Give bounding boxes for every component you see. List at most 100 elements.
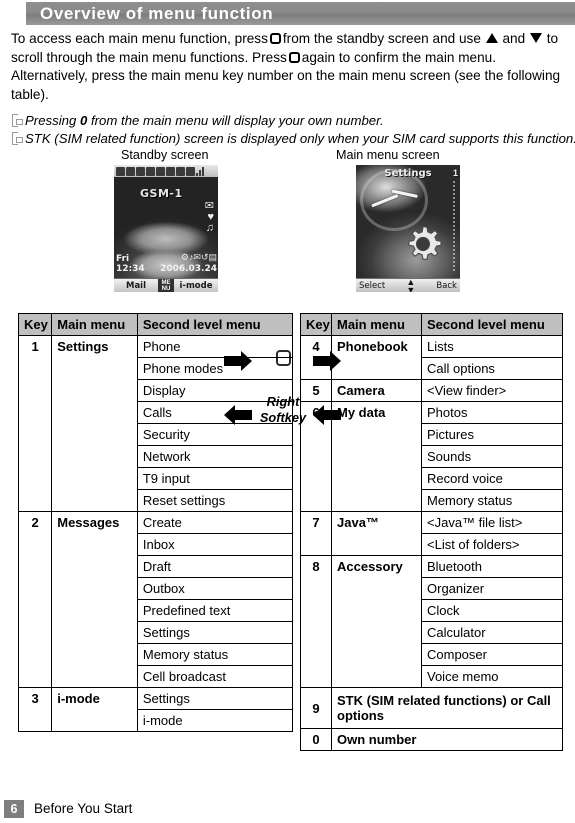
softkey-imode: i-mode — [179, 280, 213, 291]
table-body-right: 4 Phonebook Lists Call options 5 Camera <View … — [300, 335, 563, 751]
center-key-icon — [269, 33, 281, 44]
standby-screen-image: GSM-1 ✉ ♥ ♫ Fri 12:34 ⚙♪✉↺▤ 2006.03.24 M… — [114, 165, 218, 292]
imode-icon — [176, 166, 185, 176]
table-row: 3 i-mode Settings — [17, 687, 294, 732]
table-row: 4 Phonebook Lists — [300, 335, 563, 380]
cell-second-level: Organizer — [421, 577, 563, 600]
table-row: 1 Settings Phone — [17, 335, 294, 512]
cell-second-level: i-mode — [136, 709, 294, 732]
menu-table-right: Key Main menu Second level menu 4 Phonebo… — [300, 313, 563, 751]
table-row: 6 My data Photos — [300, 401, 563, 512]
cell-second-level: Call options — [421, 357, 563, 380]
battery-icon — [116, 166, 125, 176]
center-key-icon-2 — [288, 51, 300, 63]
scrollbar[interactable] — [453, 181, 457, 271]
cell-second-level: Settings — [136, 687, 294, 710]
cell-main-menu: Java™ — [331, 511, 422, 556]
network-name: GSM-1 — [140, 187, 183, 200]
roaming-icon — [186, 166, 195, 176]
cell-second-level: T9 input — [136, 467, 294, 490]
cell-main-menu: Camera — [331, 379, 422, 402]
standby-date: 2006.03.24 — [160, 264, 217, 274]
standby-wallpaper: GSM-1 ✉ ♥ ♫ Fri 12:34 ⚙♪✉↺▤ 2006.03.24 — [114, 177, 218, 278]
main-menu-index: 1 — [452, 168, 458, 178]
standby-tray-icons: ⚙♪✉↺▤ — [180, 252, 217, 262]
standby-day-time: Fri 12:34 — [116, 254, 145, 274]
softkey-select: Select — [359, 280, 386, 291]
softkey-mail: Mail — [125, 280, 147, 291]
gear-icon — [402, 223, 444, 265]
cell-second-level: Create — [136, 511, 294, 534]
cell-second-level: Clock — [421, 599, 563, 622]
softkey-back: Back — [436, 280, 457, 291]
status-bar — [114, 165, 218, 177]
col-header-main-menu: Main menu — [51, 313, 138, 336]
intro-paragraph: To access each main menu function, press… — [11, 30, 568, 104]
col-header-second-level: Second level menu — [136, 313, 294, 336]
softkey-menu: ME NU — [158, 279, 174, 292]
cell-key: 9 — [300, 687, 332, 729]
cell-main-menu: i-mode — [51, 687, 138, 732]
note-item: Pressing 0 from the main menu will displ… — [11, 112, 573, 130]
main-menu-screen-image: Settings 1 Select ▲ ▼ Back — [356, 165, 460, 292]
menu-table-left: Key Main menu Second level menu 1 Setting… — [17, 313, 294, 732]
cell-key: 4 — [300, 335, 332, 380]
note-glyph-icon: ♫ — [205, 222, 214, 234]
main-menu-screen-label: Main menu screen — [336, 148, 440, 162]
standby-screen-label: Standby screen — [121, 148, 209, 162]
cell-second-level: Voice memo — [421, 665, 563, 688]
note-text: STK (SIM related function) screen is dis… — [25, 130, 575, 146]
bluetooth-icon — [166, 166, 175, 176]
bell-icon — [156, 166, 165, 176]
softkey-menu-line1: ME — [161, 279, 171, 286]
cell-second-level: Inbox — [136, 533, 294, 556]
cell-key: 2 — [17, 511, 53, 688]
cell-main-menu: STK (SIM related functions) or Call opti… — [331, 687, 563, 729]
col-header-key: Key — [17, 313, 53, 336]
table-row: 9 STK (SIM related functions) or Call opt… — [300, 687, 563, 729]
page-number: 6 — [4, 800, 24, 818]
cell-second-level: <List of folders> — [421, 533, 563, 556]
cell-second-level: Display — [136, 379, 294, 402]
cell-second-level: Calculator — [421, 621, 563, 644]
cell-main-menu: Messages — [51, 511, 138, 688]
cell-second-level: Bluetooth — [421, 555, 563, 578]
cell-second-level: Lists — [421, 335, 563, 358]
figure-menu-flow: Standby screen Main menu screen GSM-1 ✉ … — [0, 148, 575, 425]
note-icon — [11, 114, 24, 128]
intro-and: and — [502, 31, 526, 46]
cell-second-level: Calls — [136, 401, 294, 424]
table-header-row: Key Main menu Second level menu — [300, 313, 563, 336]
cell-key: 3 — [17, 687, 53, 732]
cell-second-level: Cell broadcast — [136, 665, 294, 688]
standby-softkey-bar: Mail ME NU i-mode — [114, 278, 218, 292]
col-header-second-level: Second level menu — [421, 313, 563, 336]
cell-main-menu: Phonebook — [331, 335, 422, 380]
cell-second-level: Network — [136, 445, 294, 468]
table-row: 5 Camera <View finder> — [300, 379, 563, 402]
cell-main-menu: My data — [331, 401, 422, 512]
envelope-icon — [126, 166, 135, 176]
softkey-menu-line2: NU — [161, 285, 171, 292]
cell-key: 8 — [300, 555, 332, 688]
table-row: 2 Messages Create — [17, 511, 294, 688]
cell-second-level: Photos — [421, 401, 563, 424]
standby-glyph-cluster: ✉ ♥ ♫ — [180, 201, 214, 241]
standby-day: Fri — [116, 254, 130, 264]
cell-second-level: Memory status — [136, 643, 294, 666]
note-item: STK (SIM related function) screen is dis… — [11, 130, 575, 148]
main-menu-title: Settings — [384, 168, 432, 179]
col-header-key: Key — [300, 313, 332, 336]
updown-indicator-icon: ▲ ▼ — [406, 276, 416, 292]
cell-second-level: Predefined text — [136, 599, 294, 622]
cell-second-level: Sounds — [421, 445, 563, 468]
standby-time: 12:34 — [116, 264, 145, 274]
notes-block: Pressing 0 from the main menu will displ… — [11, 112, 575, 148]
table-header-row: Key Main menu Second level menu — [17, 313, 294, 336]
main-menu-softkey-bar: Select ▲ ▼ Back — [356, 276, 460, 292]
cell-second-level: Memory status — [421, 489, 563, 512]
cell-key: 7 — [300, 511, 332, 556]
cell-key: 5 — [300, 379, 332, 402]
page-title: Overview of menu function — [40, 4, 274, 23]
cell-key: 0 — [300, 728, 332, 751]
